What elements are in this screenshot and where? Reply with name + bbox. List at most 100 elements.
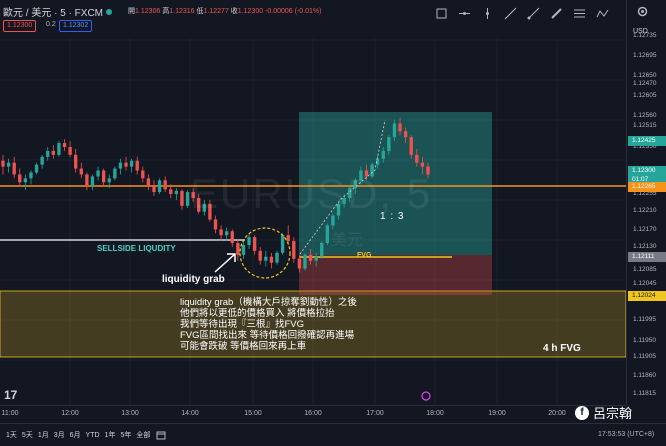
candle-body[interactable] [141, 170, 145, 179]
price-axis[interactable]: USD 1.12735 1.12695 1.12650 1.12605 1.12… [626, 0, 666, 405]
candle-body[interactable] [124, 162, 128, 167]
candle-body[interactable] [157, 180, 162, 193]
candle-body[interactable] [62, 143, 67, 147]
time-tick: 16:00 [304, 410, 322, 417]
candle-body[interactable] [85, 174, 89, 187]
candle-body[interactable] [420, 162, 425, 167]
candle-body[interactable] [40, 156, 44, 165]
candle-body[interactable] [29, 172, 33, 179]
vline-tool-icon[interactable] [480, 6, 495, 21]
candle-body[interactable] [96, 170, 100, 177]
range-3m[interactable]: 3月 [54, 430, 65, 440]
candle-body[interactable] [1, 160, 5, 167]
candle-body[interactable] [308, 254, 313, 261]
candle-body[interactable] [280, 235, 285, 253]
hline-tool-icon[interactable] [457, 6, 472, 21]
candle-body[interactable] [314, 256, 318, 261]
time-tick: 19:00 [488, 410, 506, 417]
candle-body[interactable] [74, 154, 78, 169]
candle-body[interactable] [403, 131, 408, 138]
candle-body[interactable] [135, 160, 139, 171]
candle-body[interactable] [241, 245, 246, 255]
candle-body[interactable] [236, 243, 240, 255]
candle-body[interactable] [297, 258, 302, 269]
candle-body[interactable] [23, 178, 28, 183]
range-1m[interactable]: 1月 [38, 430, 49, 440]
candle-body[interactable] [79, 168, 83, 175]
strategy-note: liquidity grab（機構大戶掠奪劉動性）之後 他們將以更低的價格買入 … [180, 297, 357, 352]
ohlc-key: 低 [196, 8, 204, 15]
candle-body[interactable] [180, 190, 184, 206]
range-1d[interactable]: 1天 [6, 430, 17, 440]
candle-body[interactable] [320, 243, 324, 257]
range-ytd[interactable]: YTD [86, 432, 100, 439]
candle-body[interactable] [174, 190, 179, 195]
range-6m[interactable]: 6月 [70, 430, 81, 440]
candle-body[interactable] [247, 237, 251, 245]
note-line: 可能會跌破 等價格回來再上車 [180, 341, 307, 352]
symbol-title[interactable]: 歐元 / 美元 · 5 · FXCM [3, 4, 112, 19]
note-line: FVG區間找出來 等待價格回撥確認再進場 [180, 330, 355, 341]
pencil-tool-icon[interactable] [549, 6, 564, 21]
candle-body[interactable] [275, 252, 279, 263]
range-5d[interactable]: 5天 [22, 430, 33, 440]
fib-tool-icon[interactable] [572, 6, 587, 21]
candle-body[interactable] [303, 254, 307, 269]
candle-body[interactable] [12, 162, 16, 175]
path-tool-icon[interactable] [595, 6, 610, 21]
ohlc-key: 開 [128, 8, 135, 15]
candle-body[interactable] [169, 189, 173, 195]
clock-readout[interactable]: 17:53:53 (UTC+8) [598, 431, 654, 438]
candle-body[interactable] [292, 241, 296, 259]
candle-body[interactable] [129, 160, 134, 167]
candle-body[interactable] [163, 180, 167, 190]
candle-body[interactable] [57, 143, 61, 155]
fvg-4h-label: 4 h FVG [543, 343, 581, 354]
calendar-icon[interactable] [156, 430, 166, 440]
range-bar: 1天 5天 1月 3月 6月 YTD 1年 5年 全部 17:53:53 (UT… [0, 423, 666, 446]
range-1y[interactable]: 1年 [105, 430, 116, 440]
yellow-zone-price-label: 1.12024 [628, 291, 666, 301]
sell-button[interactable]: 1.12300 [3, 20, 37, 32]
candle-body[interactable] [415, 154, 419, 163]
candle-body[interactable] [264, 256, 268, 261]
candle-body[interactable] [90, 176, 95, 187]
candle-body[interactable] [18, 174, 22, 183]
range-all[interactable]: 全部 [136, 430, 150, 440]
candle-body[interactable] [252, 237, 257, 251]
candle-body[interactable] [269, 256, 274, 263]
candle-body[interactable] [118, 162, 123, 169]
rectangle-tool-icon[interactable] [434, 6, 449, 21]
tradingview-logo[interactable]: 17 [4, 388, 17, 402]
time-axis[interactable]: 11:00 12:00 13:00 14:00 15:00 16:00 17:0… [0, 405, 626, 423]
candle-body[interactable] [213, 219, 218, 230]
candle-body[interactable] [152, 186, 156, 193]
candle-body[interactable] [6, 162, 11, 167]
candle-body[interactable] [68, 147, 72, 155]
candle-body[interactable] [101, 170, 106, 183]
stop-zone[interactable] [299, 255, 492, 295]
candle-body[interactable] [113, 168, 117, 179]
price-tick: 1.12130 [633, 243, 657, 250]
candle-body[interactable] [409, 137, 413, 155]
range-5y[interactable]: 5年 [120, 430, 131, 440]
candle-body[interactable] [381, 150, 385, 159]
candle-body[interactable] [146, 178, 151, 187]
buy-button[interactable]: 1.12302 [59, 20, 93, 32]
candle-body[interactable] [225, 231, 229, 236]
candle-body[interactable] [387, 137, 391, 151]
candle-body[interactable] [219, 229, 223, 236]
candle-body[interactable] [258, 250, 262, 261]
ray-tool-icon[interactable] [526, 6, 541, 21]
candle-body[interactable] [325, 225, 330, 244]
candle-body[interactable] [230, 231, 234, 244]
trendline-tool-icon[interactable] [503, 6, 518, 21]
candle-body[interactable] [185, 192, 190, 206]
candle-body[interactable] [34, 164, 39, 173]
candle-body[interactable] [46, 150, 50, 157]
candle-body[interactable] [398, 123, 402, 132]
candle-body[interactable] [51, 150, 56, 155]
note-line: 他們將以更低的價格買入 將價格拉抬 [180, 308, 335, 319]
candle-body[interactable] [392, 123, 397, 138]
candle-body[interactable] [107, 178, 111, 183]
